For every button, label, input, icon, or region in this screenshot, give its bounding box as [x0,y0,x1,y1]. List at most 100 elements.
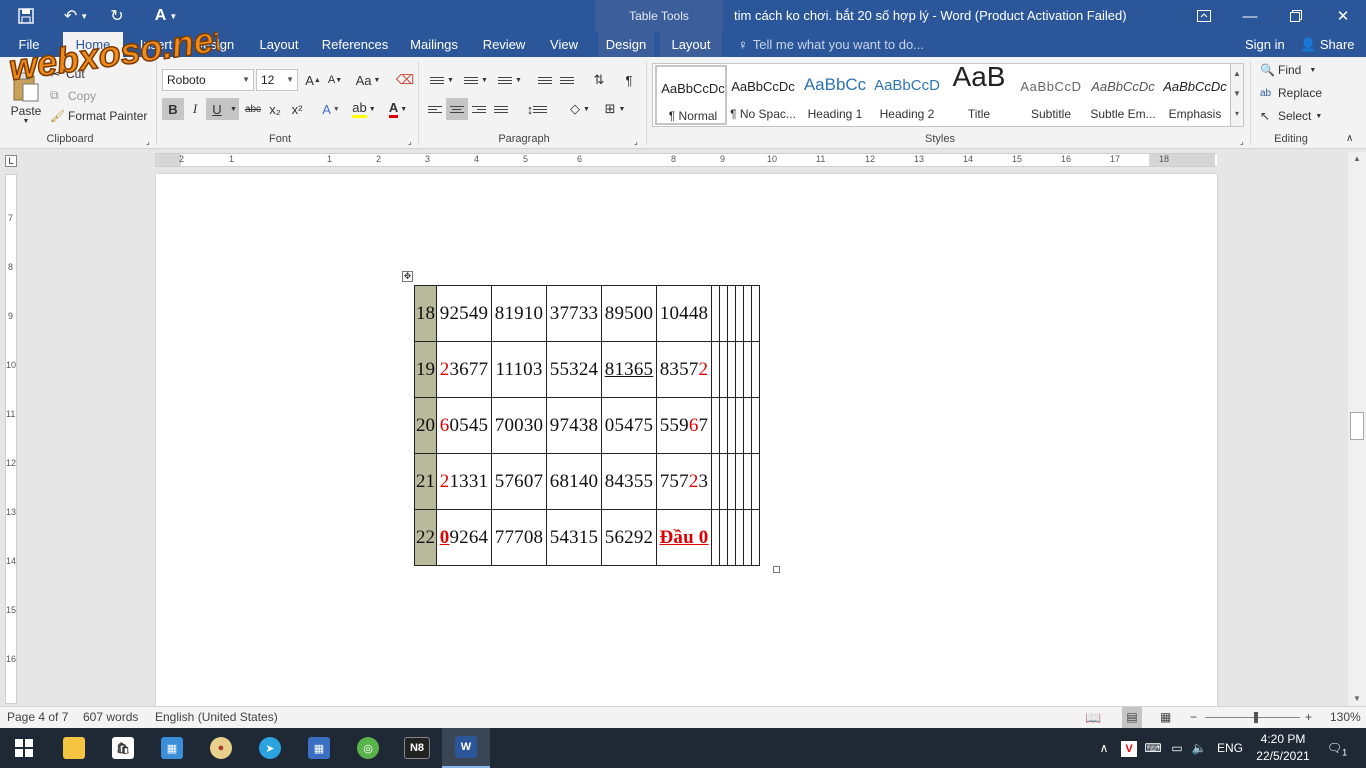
empty-cell[interactable] [743,397,752,454]
grow-font-icon[interactable]: A ▲ [302,69,324,91]
document-area[interactable]: ✥ 18 92549 81910 37733 89500 10448 19 23677 1110… [22,168,1348,706]
tab-layout[interactable]: Layout [252,32,306,57]
style-no-spacing[interactable]: AaBbCcDc ¶ No Spac... [727,65,799,125]
superscript-button[interactable]: x² [286,98,308,120]
empty-cell[interactable] [711,285,720,342]
zoom-in-icon[interactable]: + [1305,707,1312,728]
coccoc-browser-app[interactable]: ◎ [344,728,392,768]
sign-in-link[interactable]: Sign in [1245,32,1285,57]
calculator-app[interactable]: ▦ [295,728,343,768]
empty-cell[interactable] [727,397,736,454]
number-cell[interactable]: 84355 [601,453,657,510]
change-case-icon[interactable]: Aa ▼ [352,69,384,91]
number-cell[interactable]: 68140 [546,453,602,510]
vertical-ruler[interactable]: 7 8 9 10 11 12 13 14 15 16 [5,174,17,704]
number-cell[interactable]: 37733 [546,285,602,342]
number-cell[interactable]: 55967 [656,397,712,454]
empty-cell[interactable] [735,509,744,566]
align-left-icon[interactable] [424,98,446,120]
style-normal[interactable]: AaBbCcDc ¶ Normal [655,65,727,125]
zoom-out-icon[interactable]: − [1190,707,1197,728]
paint-app[interactable]: ● [197,728,245,768]
number-cell[interactable]: 23677 [436,341,492,398]
empty-cell[interactable] [719,341,728,398]
empty-cell[interactable] [727,285,736,342]
increase-indent-icon[interactable] [556,69,578,91]
empty-cell[interactable] [743,509,752,566]
number-cell[interactable]: 77708 [491,509,547,566]
empty-cell[interactable] [751,341,760,398]
number-cell[interactable]: 81365 [601,341,657,398]
empty-cell[interactable] [735,341,744,398]
empty-cell[interactable] [711,341,720,398]
save-icon[interactable] [12,4,40,28]
borders-icon[interactable]: ⊞ ▼ [600,98,630,120]
underline-dropdown-icon[interactable]: ▼ [228,98,239,120]
style-heading-2[interactable]: AaBbCcD Heading 2 [871,65,943,125]
table-resize-handle[interactable] [773,566,780,573]
number-cell[interactable]: 05475 [601,397,657,454]
number-cell[interactable]: 54315 [546,509,602,566]
empty-cell[interactable] [735,397,744,454]
empty-cell[interactable] [719,509,728,566]
bold-button[interactable]: B [162,98,184,120]
day-cell[interactable]: 18 [414,285,437,342]
restore-icon[interactable] [1273,0,1319,32]
notifications-icon[interactable]: 🗨1 [1322,728,1352,768]
font-launcher-icon[interactable]: ⌟ [408,137,412,146]
style-title[interactable]: AaB Title [943,61,1015,125]
empty-cell[interactable] [751,397,760,454]
clock[interactable]: 4:20 PM 22/5/2021 [1253,731,1313,765]
line-spacing-icon[interactable]: ↕ [522,98,552,120]
start-button[interactable] [0,728,48,768]
redo-icon[interactable]: ↻ [104,4,130,28]
number-cell[interactable]: 83572 [656,341,712,398]
keyboard-tray-icon[interactable]: ⌨ [1142,728,1164,768]
shrink-font-icon[interactable]: A ▼ [324,69,346,91]
paste-button[interactable]: Paste ▼ [8,63,44,125]
empty-cell[interactable] [727,509,736,566]
tab-mailings[interactable]: Mailings [404,32,464,57]
align-right-icon[interactable] [468,98,490,120]
find-button[interactable]: 🔍 Find ▼ [1260,63,1316,77]
tab-selector[interactable]: L [5,155,17,167]
undo-icon[interactable]: ↶ ▼ [56,4,96,28]
number-cell[interactable]: 55324 [546,341,602,398]
read-mode-icon[interactable]: 📖 [1085,707,1101,728]
format-painter-button[interactable]: 🖌 Format Painter [50,109,147,123]
minimize-icon[interactable]: — [1227,0,1273,32]
day-cell[interactable]: 22 [414,509,437,566]
number-cell[interactable]: 81910 [491,285,547,342]
clear-formatting-icon[interactable]: ⌫ [394,69,416,91]
empty-cell[interactable] [743,453,752,510]
select-button[interactable]: ↖ Select ▼ [1260,109,1322,123]
font-size-combo[interactable]: 12 ▼ [256,69,298,91]
styles-launcher-icon[interactable]: ⌟ [1240,137,1244,146]
print-layout-icon[interactable]: ▤ [1122,707,1142,728]
number-cell[interactable]: 97438 [546,397,602,454]
tab-references[interactable]: References [318,32,392,57]
underline-button[interactable]: U [206,98,228,120]
cut-button[interactable]: ✂ Cut [50,67,85,81]
tab-table-design[interactable]: Design [598,32,654,57]
numbering-icon[interactable]: ▼ [460,69,492,91]
show-formatting-icon[interactable]: ¶ [618,69,640,91]
results-table[interactable]: 18 92549 81910 37733 89500 10448 19 23677 11103 5… [414,285,760,566]
empty-cell[interactable] [751,285,760,342]
empty-cell[interactable] [751,509,760,566]
empty-cell[interactable] [727,453,736,510]
justify-icon[interactable] [490,98,512,120]
empty-cell[interactable] [743,341,752,398]
subscript-button[interactable]: x₂ [264,98,286,120]
empty-cell[interactable] [751,453,760,510]
chevron-up-icon[interactable]: ▲ [1231,64,1243,84]
day-cell[interactable]: 20 [414,397,437,454]
text-effects-icon[interactable]: A ▼ [316,98,346,120]
style-subtle-emphasis[interactable]: AaBbCcDc Subtle Em... [1087,65,1159,125]
tray-overflow-icon[interactable]: ∧ [1094,728,1114,768]
day-cell[interactable]: 21 [414,453,437,510]
control-panel-app[interactable]: ▦ [148,728,196,768]
style-emphasis[interactable]: AaBbCcDc Emphasis [1159,65,1231,125]
tab-home[interactable]: Home [63,32,123,57]
scroll-up-icon[interactable]: ▲ [1348,152,1366,166]
